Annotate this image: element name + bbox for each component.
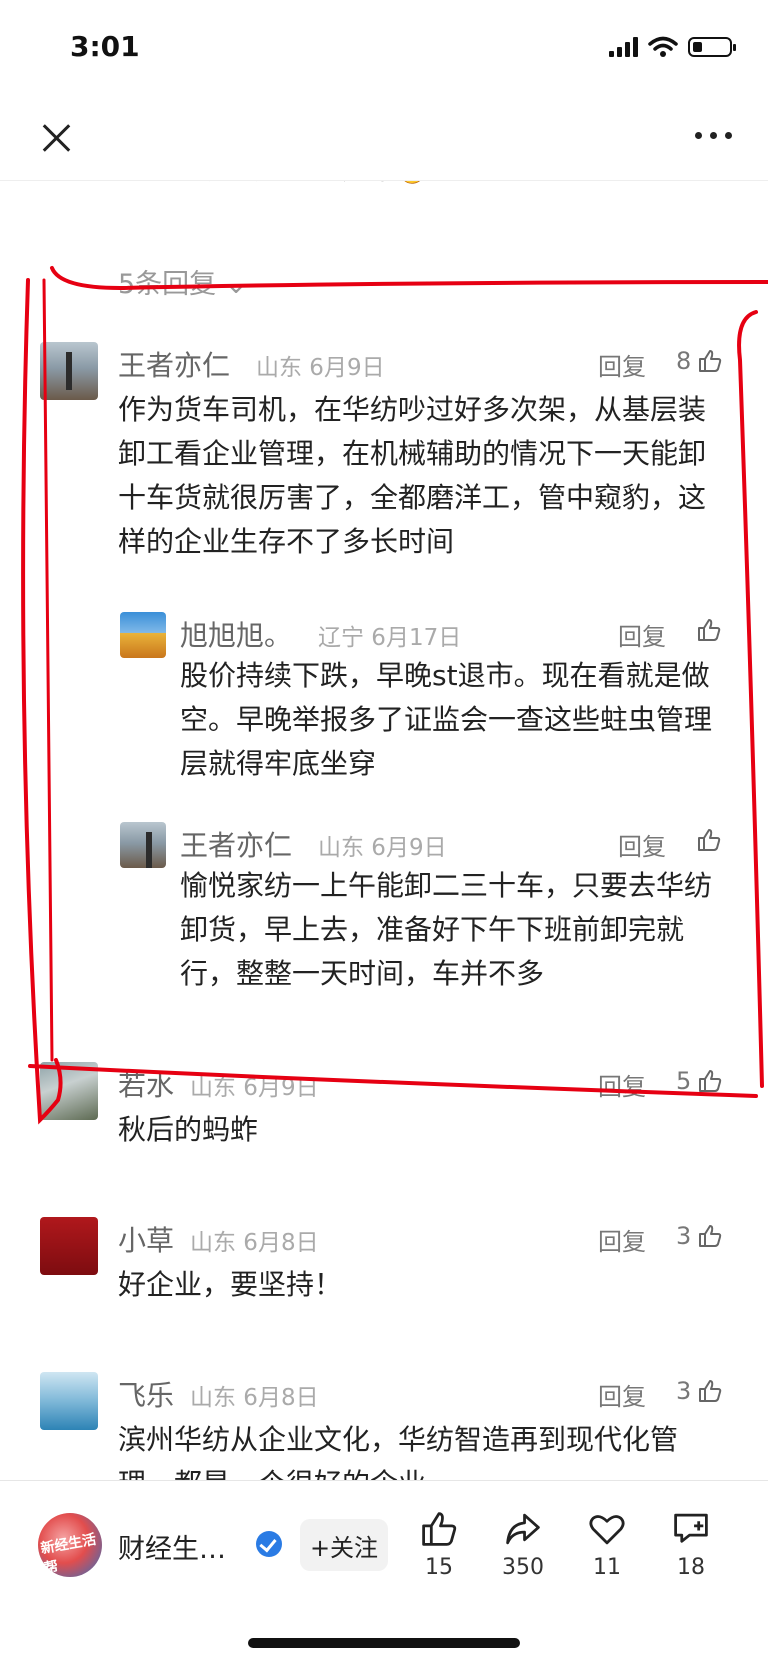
reply-button[interactable]: 回复 (598, 1222, 646, 1257)
expand-replies-link[interactable]: 5条回复 ⌄ (118, 262, 247, 301)
comment-text-partial: 一定会再此好起来✊ (180, 180, 740, 194)
comment-meta: 辽宁 6月17日 (318, 625, 462, 651)
comment-meta: 山东 6月8日 (190, 1385, 319, 1411)
comment-text: 滨州华纺从企业文化，华纺智造再到现代化管理，都是一个很好的企业 (118, 1423, 679, 1480)
home-indicator (248, 1638, 520, 1648)
comment-username[interactable]: 王者亦仁 (180, 824, 292, 864)
like-button[interactable] (696, 827, 722, 853)
publisher-avatar[interactable]: 新经生活帮 (38, 1513, 102, 1577)
heart-icon (589, 1515, 625, 1545)
comment-count: 18 (677, 1555, 705, 1580)
comment-action[interactable]: 18 (656, 1509, 726, 1580)
like-action[interactable]: 15 (404, 1509, 474, 1580)
comment-text: 股价持续下跌，早晚st退市。现在看就是做空。早晚举报多了证监会一查这些蛀虫管理层… (180, 659, 713, 780)
like-count: 5 (676, 1067, 692, 1095)
share-icon (506, 1513, 540, 1545)
comment-username[interactable]: 王者亦仁 (118, 344, 230, 384)
favorite-action[interactable]: 11 (572, 1509, 642, 1580)
thumb-up-icon (699, 1225, 722, 1247)
status-icons (609, 36, 736, 58)
comment-text: 作为货车司机，在华纺吵过好多次架，从基层装卸工看企业管理，在机械辅助的情况下一天… (118, 393, 707, 558)
thumb-up-icon (699, 350, 722, 372)
avatar[interactable] (120, 822, 166, 868)
share-action[interactable]: 350 (488, 1509, 558, 1580)
status-time: 3:01 (70, 30, 140, 63)
comment-username[interactable]: 若水 (118, 1064, 174, 1104)
thumb-up-icon (699, 1380, 722, 1402)
like-button[interactable]: 8 (676, 347, 723, 375)
like-button[interactable] (696, 617, 722, 643)
avatar[interactable] (40, 342, 98, 400)
share-count: 350 (502, 1555, 544, 1580)
avatar[interactable] (40, 1372, 98, 1430)
comment-meta: 山东 6月9日 (190, 1075, 319, 1101)
like-count: 8 (676, 347, 692, 375)
comment-username[interactable]: 旭旭旭。 (180, 614, 292, 654)
comment-meta: 山东 6月9日 (318, 835, 447, 861)
like-count: 15 (425, 1555, 453, 1580)
comment-meta: 山东 6月8日 (190, 1230, 319, 1256)
avatar[interactable] (40, 1217, 98, 1275)
thumb-up-icon (422, 1512, 457, 1546)
thumb-up-icon (698, 619, 721, 641)
reply-button[interactable]: 回复 (598, 347, 646, 382)
avatar[interactable] (40, 1062, 98, 1120)
comment-icon (674, 1513, 708, 1543)
signal-icon (609, 37, 638, 57)
comments-list: 一定会再此好起来✊ 5条回复 ⌄ 王者亦仁 山东 6月9日 回复 8 作为货车司… (0, 180, 768, 1480)
reply-button[interactable]: 回复 (618, 827, 666, 862)
publisher-name[interactable]: 财经生… (118, 1527, 226, 1566)
thumb-up-icon (699, 1070, 722, 1092)
like-button[interactable]: 3 (676, 1377, 723, 1405)
comment-text: 好企业，要坚持！ (118, 1268, 343, 1301)
follow-button[interactable]: +关注 (300, 1519, 388, 1571)
comment-username[interactable]: 小草 (118, 1219, 174, 1259)
reply-button[interactable]: 回复 (618, 617, 666, 652)
like-count: 3 (676, 1377, 692, 1405)
avatar[interactable] (120, 612, 166, 658)
favorite-count: 11 (593, 1555, 621, 1580)
comment-text: 秋后的蚂蚱 (118, 1113, 259, 1146)
wifi-icon (648, 36, 678, 57)
verified-icon (256, 1531, 282, 1557)
like-count: 3 (676, 1222, 692, 1250)
more-options-icon[interactable] (695, 132, 732, 139)
reply-button[interactable]: 回复 (598, 1377, 646, 1412)
comment-username[interactable]: 飞乐 (118, 1374, 174, 1414)
nav-bar (0, 100, 768, 181)
thumb-up-icon (698, 829, 721, 851)
close-icon[interactable] (36, 118, 76, 158)
comment-meta: 山东 6月9日 (256, 355, 385, 381)
like-button[interactable]: 5 (676, 1067, 723, 1095)
battery-icon (688, 37, 736, 57)
comment-text: 愉悦家纺一上午能卸二三十车，只要去华纺卸货，早上去，准备好下午下班前卸完就行，整… (180, 869, 713, 990)
status-bar: 3:01 (0, 0, 768, 100)
reply-button[interactable]: 回复 (598, 1067, 646, 1102)
like-button[interactable]: 3 (676, 1222, 723, 1250)
